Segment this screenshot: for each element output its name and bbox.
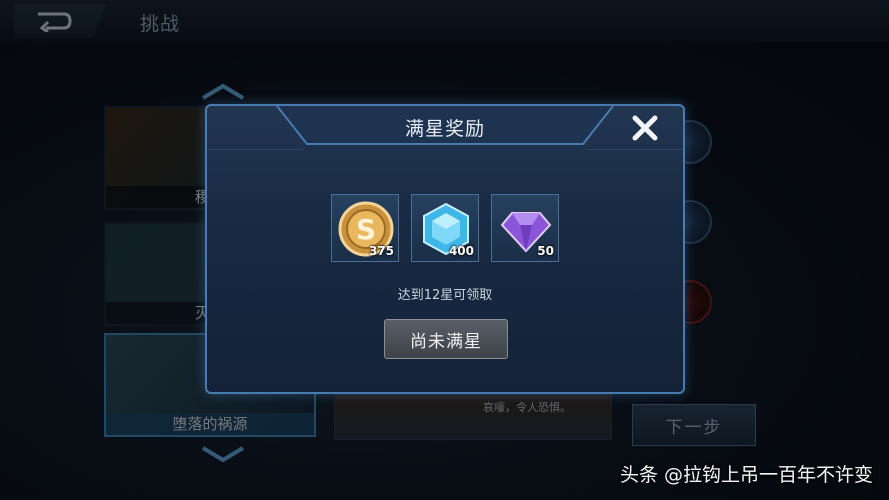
reward-quantity: 400 (448, 244, 474, 258)
reward-item-gold[interactable]: S 375 (331, 194, 399, 262)
claim-condition-text: 达到12星可领取 (397, 288, 493, 303)
not-full-star-button[interactable]: 尚未满星 (384, 319, 508, 359)
full-star-reward-dialog: 满星奖励 S 375 400 50 达到12星可领取 尚未满星 (205, 104, 685, 394)
close-icon (632, 115, 658, 141)
reward-item-diamond[interactable]: 50 (491, 194, 559, 262)
watermark: 头条 @拉钩上吊一百年不许变 (619, 464, 873, 486)
modal-header: 满星奖励 (207, 106, 683, 150)
reward-item-crystal[interactable]: 400 (411, 194, 479, 262)
reward-quantity: 375 (368, 244, 394, 258)
reward-list: S 375 400 50 (331, 194, 559, 262)
svg-text:S: S (356, 213, 376, 246)
close-button[interactable] (625, 110, 665, 146)
reward-quantity: 50 (537, 244, 554, 258)
modal-title: 满星奖励 (404, 118, 485, 140)
